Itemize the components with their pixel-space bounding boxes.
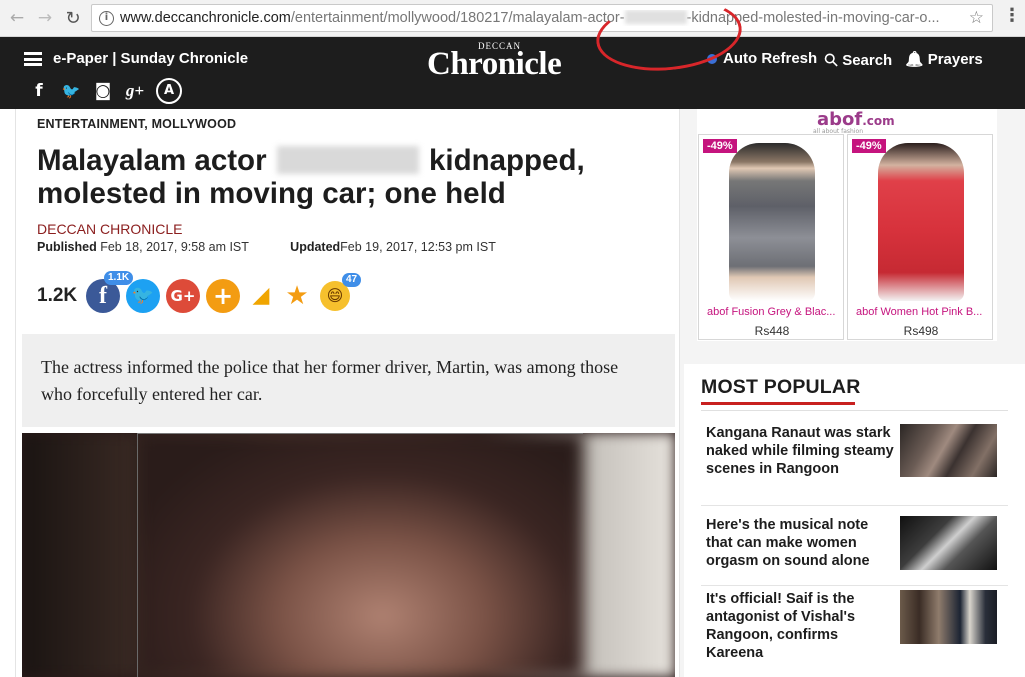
bookmark-star-icon[interactable]: ☆ [969,8,984,28]
app-store-icon[interactable]: A [156,78,182,104]
facebook-icon[interactable]: f [28,80,50,102]
product-price: Rs498 [903,324,939,338]
address-bar[interactable]: i www.deccanchronicle.com/entertainment/… [91,4,993,32]
url-host: www.deccanchronicle.com [120,10,291,26]
product-price: Rs448 [754,324,790,338]
popular-item-title[interactable]: Here's the musical note that can make wo… [706,516,894,570]
article-dates: Published Feb 18, 2017, 9:58 am IST Upda… [37,240,496,254]
forward-arrow-icon[interactable]: → [34,7,56,29]
star-icon[interactable]: ★ [280,279,314,313]
sidebar: abof.com all about fashion -49% abof Fus… [680,109,1025,677]
auto-refresh-label: Auto Refresh [723,50,818,67]
hero-image[interactable] [22,433,675,677]
site-info-icon[interactable]: i [99,11,114,26]
more-share-icon[interactable]: + [206,279,240,313]
back-arrow-icon[interactable]: ← [6,7,28,29]
redacted-name [276,146,419,174]
popular-item-thumbnail[interactable] [900,590,997,644]
ad-logo: abof.com all about fashion [813,109,895,135]
hamburger-menu-icon[interactable] [24,52,42,66]
ad-logo-name: abof [817,109,863,130]
published-value: Feb 18, 2017, 9:58 am IST [96,240,249,254]
updated-value: Feb 19, 2017, 12:53 pm IST [340,240,496,254]
google-plus-icon[interactable]: g+ [124,80,146,102]
search-icon: ⚲ [819,48,844,73]
product-name: abof Fusion Grey & Blac... [707,306,836,318]
prayers-button[interactable]: 🔔 Prayers [905,50,983,68]
popular-item-title[interactable]: Kangana Ranaut was stark naked while fil… [706,424,894,478]
product-image [878,143,964,301]
article: ENTERTAINMENT, MOLLYWOOD Malayalam actor… [15,109,680,677]
popular-item-thumbnail[interactable] [900,424,997,477]
reload-icon[interactable]: ↻ [62,7,84,29]
popular-item[interactable]: Kangana Ranaut was stark naked while fil… [701,418,1008,506]
most-popular-title: MOST POPULAR [701,376,861,398]
published-label: Published [37,240,97,254]
popular-item-title[interactable]: It's official! Saif is the antagonist of… [706,590,894,662]
title-underline [701,402,855,405]
site-header: e-Paper | Sunday Chronicle f 🐦 ◙ g+ A DE… [0,37,1025,109]
instagram-icon[interactable]: ◙ [92,80,114,102]
ad-banner[interactable]: abof.com all about fashion -49% abof Fus… [697,109,997,341]
divider [701,410,1008,411]
ad-product-card[interactable]: -49% abof Women Hot Pink B... Rs498 [847,134,993,340]
twitter-share-icon[interactable]: 🐦 [126,279,160,313]
search-label: Search [842,52,893,69]
tag-icon[interactable]: ◢ [244,279,278,313]
bell-icon: 🔔 [905,50,924,68]
product-image [729,143,815,301]
search-button[interactable]: ⚲ Search [820,48,893,72]
popular-item[interactable]: Here's the musical note that can make wo… [701,510,1008,586]
twitter-icon[interactable]: 🐦 [60,80,82,102]
ad-logo-suffix: .com [862,114,895,128]
updated-label: Updated [290,240,341,254]
address-url[interactable]: www.deccanchronicle.com/entertainment/mo… [120,10,960,26]
social-links: f 🐦 ◙ g+ A [28,78,182,104]
popular-item[interactable]: It's official! Saif is the antagonist of… [701,584,1008,672]
summary-text: The actress informed the police that her… [41,357,619,404]
article-byline[interactable]: DECCAN CHRONICLE [37,221,182,237]
discount-badge: -49% [703,139,737,153]
product-name: abof Women Hot Pink B... [856,306,983,318]
url-path-start: /entertainment/mollywood/180217/malayala… [290,10,625,26]
ad-product-card[interactable]: -49% abof Fusion Grey & Blac... Rs448 [698,134,844,340]
google-plus-share-icon[interactable]: G+ [166,279,200,313]
share-count: 1.2K [37,285,78,306]
browser-menu-icon[interactable]: ⋮ [1003,7,1021,25]
hero-frame-border [137,433,583,677]
article-summary: The actress informed the police that her… [22,334,675,427]
emoji-reaction-count: 47 [342,273,362,287]
popular-item-thumbnail[interactable] [900,516,997,570]
discount-badge: -49% [852,139,886,153]
facebook-share-count: 1.1K [104,271,134,285]
share-bar: 1.2K f 1.1K 🐦 G+ + ◢ ★ 😄 47 [37,271,397,315]
epaper-link[interactable]: e-Paper | Sunday Chronicle [53,50,248,67]
article-headline: Malayalam actor kidnapped, molested in m… [37,144,637,210]
article-category[interactable]: ENTERTAINMENT, MOLLYWOOD [37,117,236,131]
most-popular-panel: MOST POPULAR Kangana Ranaut was stark na… [684,364,1025,677]
headline-start: Malayalam actor [37,144,267,177]
prayers-label: Prayers [927,50,983,68]
site-logo[interactable]: Chronicle [427,46,562,83]
browser-toolbar: ← → ↻ i www.deccanchronicle.com/entertai… [0,0,1025,37]
